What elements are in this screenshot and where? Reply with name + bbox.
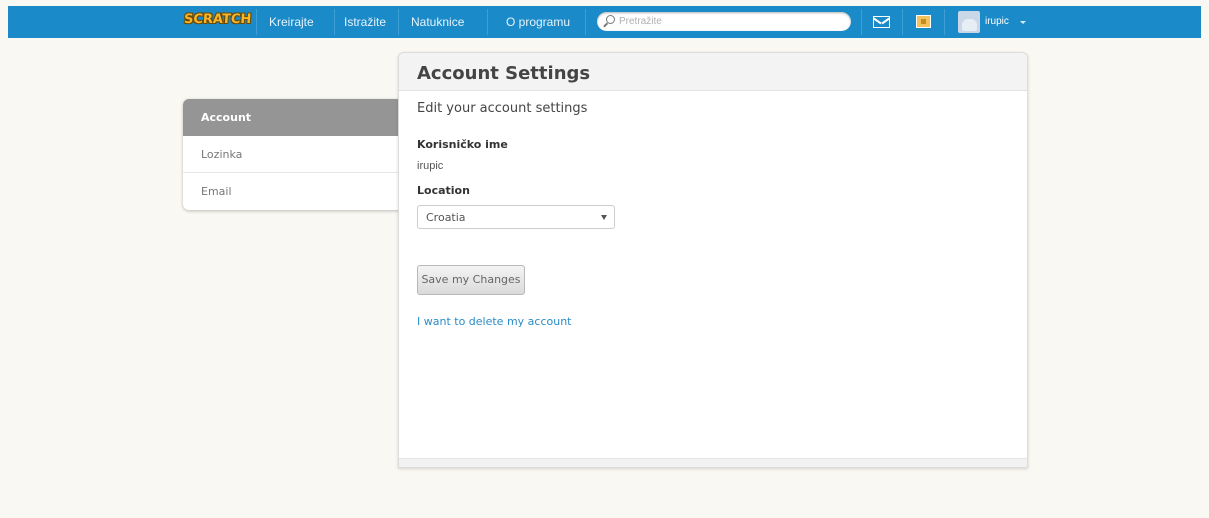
username-value: irupic	[417, 160, 444, 172]
user-avatar[interactable]	[958, 11, 980, 33]
dropdown-arrow-icon	[601, 215, 607, 220]
sidebar-item-email[interactable]: Email	[183, 173, 400, 210]
search-icon	[606, 15, 615, 24]
chevron-down-icon[interactable]	[1020, 21, 1026, 24]
section-subtitle: Edit your account settings	[417, 101, 588, 116]
location-label: Location	[417, 184, 470, 197]
sidebar-item-password[interactable]: Lozinka	[183, 136, 400, 173]
nav-divider	[861, 9, 862, 35]
nav-divider	[398, 9, 399, 35]
location-select[interactable]: Croatia	[417, 205, 615, 229]
settings-panel: Account Settings Edit your account setti…	[398, 52, 1028, 468]
user-menu-name[interactable]: irupic	[985, 16, 1009, 27]
nav-link-create[interactable]: Kreirajte	[269, 15, 314, 29]
nav-divider	[585, 9, 586, 35]
nav-divider	[256, 9, 257, 35]
scratch-logo[interactable]: SCRATCH	[183, 12, 251, 27]
search-box[interactable]	[597, 12, 851, 31]
my-stuff-icon[interactable]	[916, 15, 931, 28]
delete-account-link[interactable]: I want to delete my account	[417, 315, 572, 328]
nav-divider	[487, 9, 488, 35]
panel-footer	[399, 458, 1027, 467]
nav-link-explore[interactable]: Istražite	[344, 15, 386, 29]
sidebar-item-account[interactable]: Account	[183, 99, 400, 136]
top-nav-bar: SCRATCH Kreirajte Istražite Natuknice O …	[8, 6, 1201, 38]
nav-link-about[interactable]: O programu	[506, 15, 570, 29]
nav-link-tips[interactable]: Natuknice	[411, 15, 464, 29]
messages-icon[interactable]	[873, 16, 890, 28]
search-input[interactable]	[619, 14, 839, 28]
location-selected-value: Croatia	[426, 211, 466, 224]
username-label: Korisničko ime	[417, 138, 508, 151]
save-changes-button[interactable]: Save my Changes	[417, 265, 525, 295]
nav-divider	[902, 9, 903, 35]
nav-divider	[944, 9, 945, 35]
settings-sidebar: Account Lozinka Email	[183, 99, 400, 210]
page-title: Account Settings	[417, 63, 591, 84]
nav-divider	[334, 9, 335, 35]
